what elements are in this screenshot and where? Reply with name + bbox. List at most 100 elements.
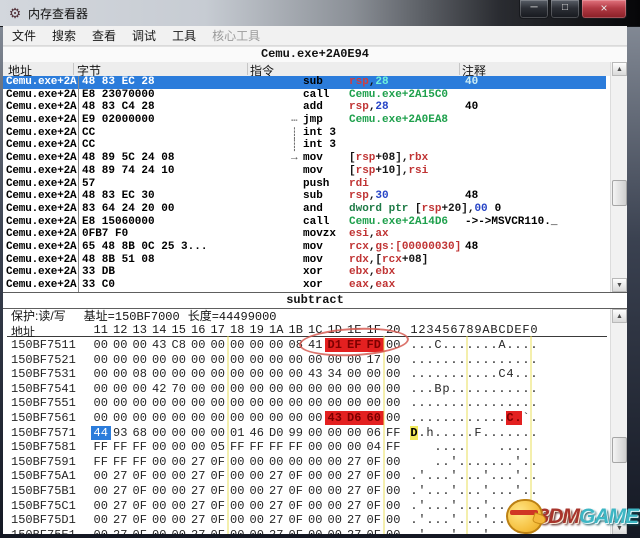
hex-byte[interactable]: 00 <box>150 499 170 513</box>
hex-byte[interactable]: 00 <box>325 426 345 440</box>
hex-byte[interactable]: 00 <box>247 513 267 527</box>
hex-byte[interactable]: 00 <box>306 411 326 425</box>
ascii-char[interactable]: . <box>442 411 450 425</box>
ascii-char[interactable]: . <box>434 396 442 410</box>
ascii-char[interactable]: . <box>482 353 490 367</box>
hex-byte[interactable]: 00 <box>345 426 365 440</box>
ascii-char[interactable]: . <box>458 382 466 396</box>
ascii-char[interactable]: ' <box>450 528 458 534</box>
ascii-char[interactable]: . <box>442 528 450 534</box>
hex-row[interactable]: 150BF7541 00 00 00 42 70 00 00 00 00 00 00 00 00 00 00 0… <box>3 382 627 397</box>
hex-byte[interactable]: 00 <box>267 353 287 367</box>
ascii-char[interactable]: . <box>490 426 498 440</box>
ascii-char[interactable]: . <box>458 513 466 527</box>
hex-byte[interactable]: 00 <box>150 411 170 425</box>
ascii-char[interactable] <box>410 455 418 469</box>
ascii-char[interactable]: . <box>474 382 482 396</box>
hex-byte[interactable]: 42 <box>150 382 170 396</box>
disasm-row[interactable]: Cemu.exe+2A 48 83 EC 28 sub rsp,28 40 <box>3 76 606 89</box>
hex-byte[interactable]: C8 <box>169 338 189 352</box>
ascii-char[interactable]: . <box>482 382 490 396</box>
ascii-char[interactable]: . <box>490 367 498 381</box>
hex-byte[interactable]: 00 <box>130 338 150 352</box>
hex-byte[interactable]: 00 <box>228 367 248 381</box>
hex-byte[interactable]: 00 <box>169 513 189 527</box>
hex-byte[interactable]: 27 <box>345 484 365 498</box>
hex-byte[interactable]: FF <box>267 440 287 454</box>
hex-byte[interactable]: 00 <box>150 513 170 527</box>
hex-byte[interactable]: 00 <box>169 440 189 454</box>
hex-byte[interactable]: 27 <box>345 528 365 534</box>
ascii-char[interactable]: ' <box>482 484 490 498</box>
hex-byte[interactable]: 0F <box>364 513 384 527</box>
hex-byte[interactable]: 27 <box>111 528 131 534</box>
ascii-char[interactable]: ' <box>482 499 490 513</box>
hex-byte[interactable]: FF <box>91 455 111 469</box>
hex-byte[interactable]: 00 <box>169 455 189 469</box>
ascii-char[interactable]: . <box>434 469 442 483</box>
menu-item-1[interactable]: 搜索 <box>52 27 76 44</box>
ascii-char[interactable]: . <box>490 484 498 498</box>
hex-byte[interactable]: FF <box>228 440 248 454</box>
ascii-char[interactable]: . <box>490 411 498 425</box>
hex-byte[interactable]: 00 <box>111 353 131 367</box>
ascii-char[interactable]: . <box>490 338 498 352</box>
ascii-char[interactable]: ' <box>418 528 426 534</box>
ascii-char[interactable]: . <box>426 469 434 483</box>
ascii-char[interactable] <box>426 455 434 469</box>
hex-byte[interactable]: 00 <box>247 367 267 381</box>
ascii-char[interactable]: . <box>490 513 498 527</box>
ascii-char[interactable] <box>474 440 482 454</box>
hex-byte[interactable]: FF <box>111 440 131 454</box>
hex-byte[interactable]: 00 <box>111 338 131 352</box>
hex-byte[interactable]: 0F <box>130 469 150 483</box>
hex-byte[interactable]: FF <box>130 440 150 454</box>
ascii-char[interactable]: D <box>410 425 418 440</box>
ascii-char[interactable]: . <box>498 469 506 483</box>
ascii-char[interactable]: . <box>498 382 506 396</box>
hex-byte[interactable]: 00 <box>228 353 248 367</box>
hex-byte[interactable]: 0F <box>208 484 228 498</box>
ascii-char[interactable]: . <box>442 396 450 410</box>
hex-row[interactable]: 150BF7561 00 00 00 00 00 00 00 00 00 00 00 00 43 D6 60 0… <box>3 410 627 426</box>
hex-byte[interactable]: 17 <box>364 353 384 367</box>
hex-byte[interactable]: 00 <box>384 367 404 381</box>
ascii-char[interactable]: h <box>426 426 434 440</box>
ascii-char[interactable]: . <box>514 396 522 410</box>
hex-byte[interactable]: 46 <box>247 426 267 440</box>
hex-byte[interactable]: 00 <box>208 411 228 425</box>
hex-byte[interactable]: 00 <box>169 469 189 483</box>
ascii-char[interactable]: . <box>434 484 442 498</box>
hex-byte[interactable]: 00 <box>247 469 267 483</box>
hex-byte[interactable]: 00 <box>91 469 111 483</box>
ascii-char[interactable]: . <box>434 426 442 440</box>
ascii-char[interactable]: . <box>474 484 482 498</box>
ascii-char[interactable] <box>418 455 426 469</box>
menu-item-3[interactable]: 调试 <box>132 27 156 44</box>
hex-byte[interactable]: 00 <box>208 353 228 367</box>
ascii-char[interactable]: . <box>498 440 506 454</box>
hex-byte[interactable]: FF <box>91 440 111 454</box>
hex-byte[interactable]: 00 <box>208 382 228 396</box>
hex-byte[interactable]: 00 <box>208 396 228 410</box>
hex-byte[interactable]: 0F <box>364 484 384 498</box>
ascii-char[interactable]: . <box>450 367 458 381</box>
hex-byte[interactable]: 00 <box>306 499 326 513</box>
ascii-char[interactable]: . <box>498 426 506 440</box>
ascii-char[interactable]: . <box>442 353 450 367</box>
ascii-char[interactable]: . <box>490 382 498 396</box>
ascii-char[interactable]: . <box>522 396 530 410</box>
hex-byte[interactable]: 00 <box>384 513 404 527</box>
ascii-char[interactable]: . <box>506 338 514 352</box>
ascii-char[interactable]: . <box>426 513 434 527</box>
ascii-char[interactable]: . <box>522 353 530 367</box>
ascii-char[interactable]: . <box>442 426 450 440</box>
hex-byte[interactable]: 00 <box>306 353 326 367</box>
ascii-char[interactable]: . <box>482 455 490 469</box>
ascii-char[interactable]: . <box>506 484 514 498</box>
ascii-char[interactable]: . <box>506 426 514 440</box>
hex-byte[interactable]: 27 <box>189 499 209 513</box>
ascii-char[interactable]: . <box>482 411 490 425</box>
hex-byte[interactable]: 00 <box>169 396 189 410</box>
ascii-char[interactable]: . <box>442 338 450 352</box>
